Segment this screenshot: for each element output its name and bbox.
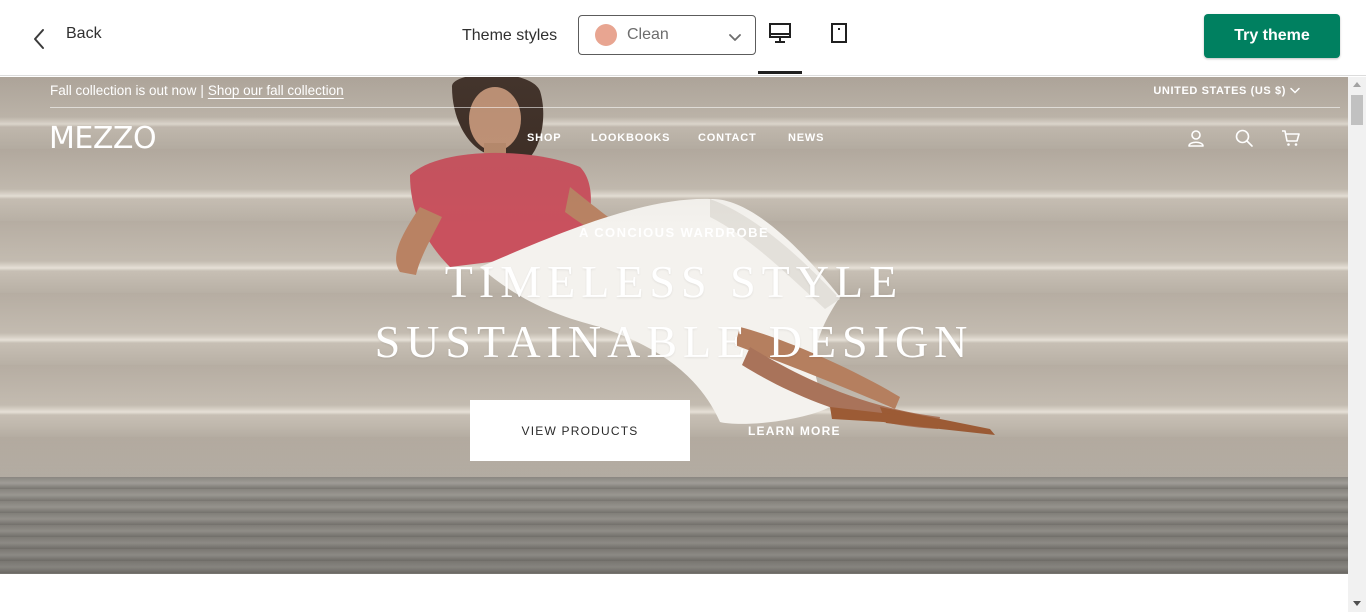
view-products-button[interactable]: VIEW PRODUCTS [470,400,690,461]
store-preview: Fall collection is out now | Shop our fall… [0,77,1348,574]
nav-item-shop[interactable]: SHOP [527,132,561,144]
announcement-separator: | [200,83,204,98]
country-selector[interactable]: UNITED STATES (US $) [1153,85,1300,97]
theme-style-select[interactable]: Clean [578,15,756,55]
cart-icon[interactable] [1281,128,1301,153]
account-icon[interactable] [1186,128,1206,153]
chevron-down-icon [1286,85,1300,97]
announcement-text: Fall collection is out now [50,83,197,98]
announcement-link[interactable]: Shop our fall collection [208,83,344,98]
desktop-view-button[interactable] [758,22,802,74]
search-icon[interactable] [1234,128,1254,153]
preview-scrollbar[interactable] [1348,77,1366,612]
try-theme-button[interactable]: Try theme [1204,14,1340,58]
nav-item-contact[interactable]: CONTACT [698,132,757,144]
style-color-swatch [595,24,617,46]
chevron-left-icon [32,27,46,51]
theme-style-value: Clean [627,26,669,43]
announcement-divider [50,107,1340,108]
hero-eyebrow: A CONCIOUS WARDROBE [578,225,770,240]
mobile-view-button[interactable] [817,22,861,74]
announcement-bar: Fall collection is out now | Shop our fall… [50,83,344,98]
back-label: Back [66,25,102,42]
hero-headline-line2: SUSTAINABLE DESIGN [374,316,974,367]
chevron-down-icon [729,30,741,48]
learn-more-link[interactable]: LEARN MORE [748,424,841,438]
theme-preview-toolbar: Back Theme styles Clean Try theme [0,0,1366,76]
desktop-icon [768,22,792,71]
hero-headline-line1: TIMELESS STYLE [444,256,904,307]
nav-item-news[interactable]: NEWS [788,132,824,144]
mobile-icon [829,22,849,74]
scroll-down-icon[interactable] [1353,601,1361,606]
nav-item-lookbooks[interactable]: LOOKBOOKS [591,132,670,144]
scroll-up-icon[interactable] [1353,82,1361,87]
country-selector-label: UNITED STATES (US $) [1153,85,1286,97]
back-button[interactable]: Back [32,24,102,54]
scroll-thumb[interactable] [1351,95,1363,125]
store-logo[interactable]: MEZZO [49,121,157,156]
theme-styles-label: Theme styles [462,27,558,44]
